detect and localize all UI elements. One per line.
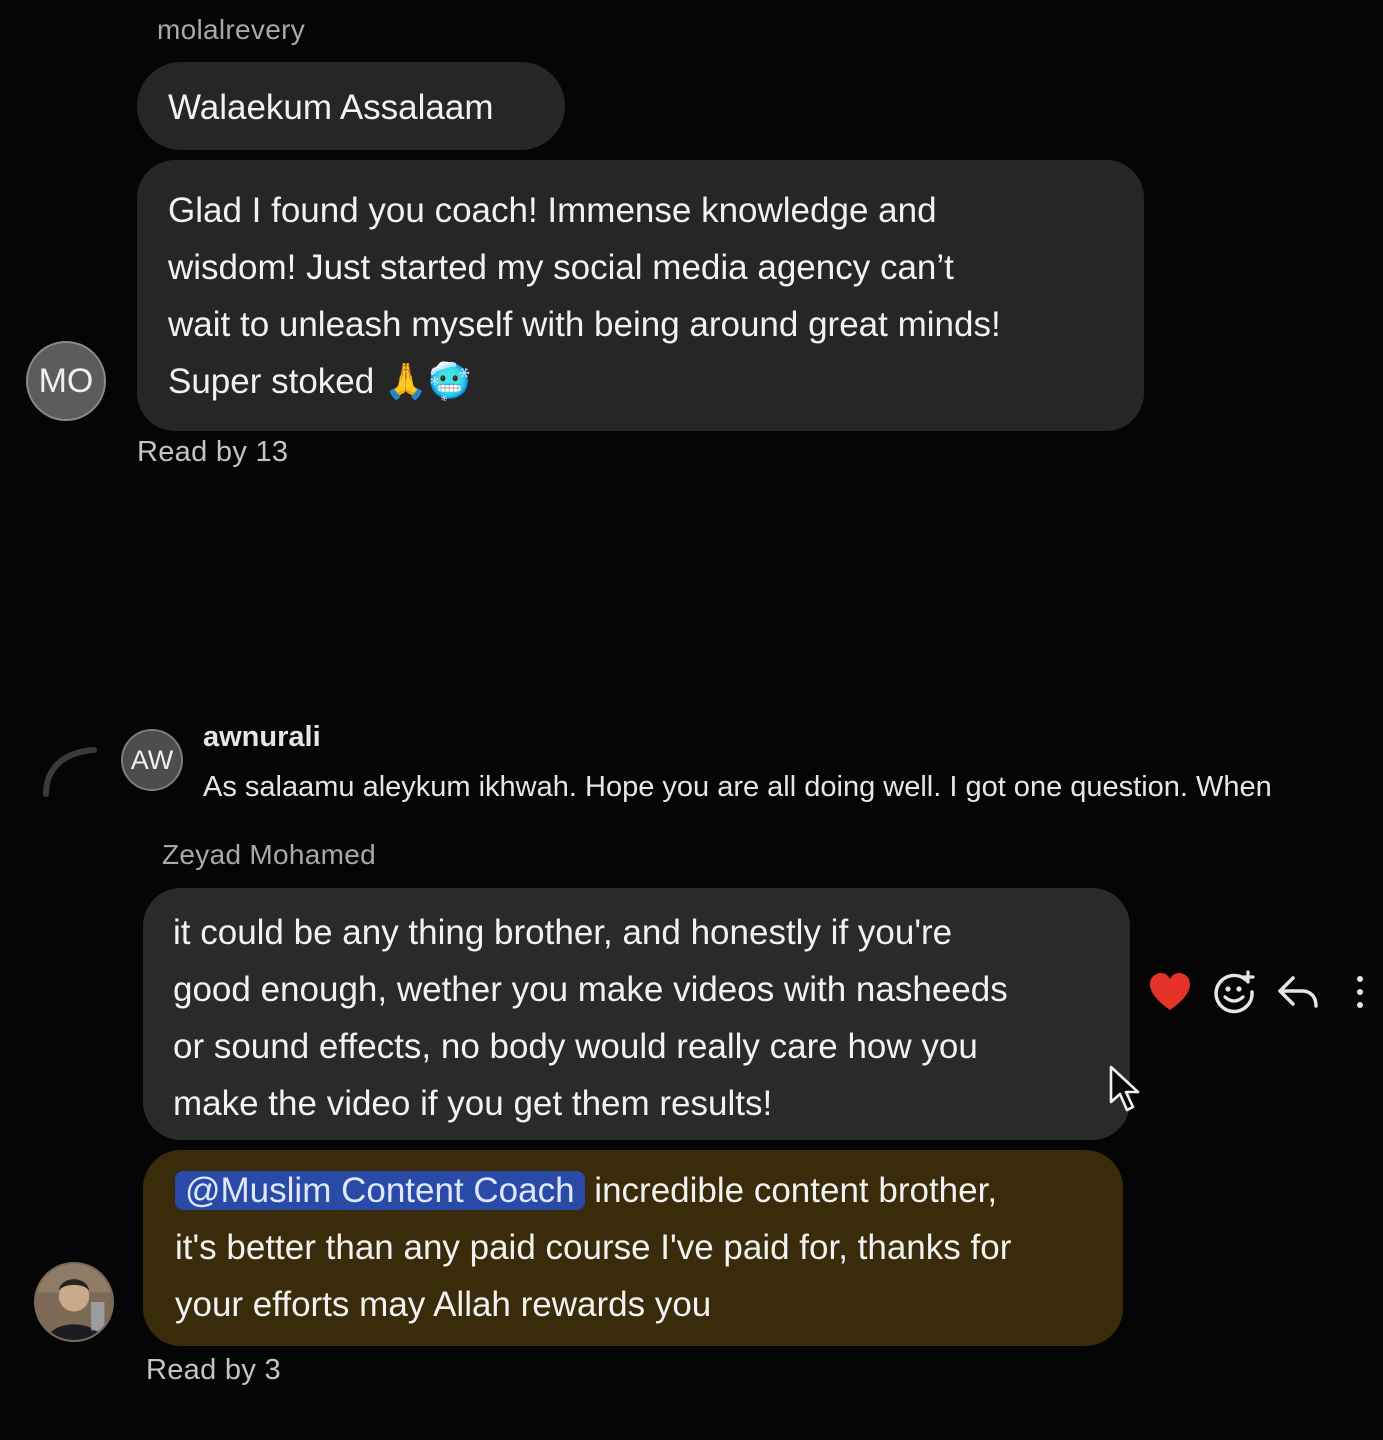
profile-photo-icon — [36, 1264, 112, 1340]
message-text-line: it's better than any paid course I've pa… — [175, 1228, 1012, 1267]
message-bubble[interactable]: Walaekum Assalaam — [137, 62, 565, 150]
read-receipt[interactable]: Read by 13 — [137, 436, 288, 469]
message-text-line: wait to unleash myself with being around… — [168, 305, 1001, 344]
message-text-line: it could be any thing brother, and hones… — [173, 913, 953, 952]
message-text: Walaekum Assalaam — [168, 88, 494, 127]
sender-name[interactable]: awnurali — [203, 721, 321, 754]
more-vertical-icon[interactable] — [1340, 968, 1380, 1016]
sender-name[interactable]: Zeyad Mohamed — [162, 839, 376, 871]
message-text-line: make the video if you get them results! — [173, 1084, 773, 1123]
message-text-line: wisdom! Just started my social media age… — [168, 248, 954, 287]
avatar-initials: MO — [38, 361, 94, 400]
heart-icon[interactable] — [1146, 968, 1194, 1016]
message-text-line: your efforts may Allah rewards you — [175, 1285, 712, 1324]
add-emoji-icon[interactable] — [1210, 968, 1258, 1016]
avatar[interactable]: MO — [26, 341, 106, 421]
message-text: incredible content brother, — [584, 1171, 998, 1210]
avatar[interactable] — [34, 1262, 114, 1342]
sender-name[interactable]: molalrevery — [157, 14, 305, 46]
message-text-line: or sound effects, no body would really c… — [173, 1027, 978, 1066]
message-text-line: Super stoked 🙏🥶 — [168, 362, 472, 401]
reply-icon[interactable] — [1274, 968, 1322, 1016]
message-bubble[interactable]: Glad I found you coach! Immense knowledg… — [137, 160, 1144, 431]
mention-tag[interactable]: @Muslim Content Coach — [175, 1171, 585, 1210]
message-text-line: good enough, wether you make videos with… — [173, 970, 1008, 1009]
avatar-initials: AW — [130, 744, 174, 775]
avatar[interactable]: AW — [121, 729, 183, 791]
message-bubble[interactable]: it could be any thing brother, and hones… — [143, 888, 1130, 1140]
read-receipt[interactable]: Read by 3 — [146, 1354, 281, 1387]
thread-preview-text: As salaamu aleykum ikhwah. Hope you are … — [203, 771, 1272, 803]
message-text-line: Glad I found you coach! Immense knowledg… — [168, 191, 937, 230]
highlighted-message-bubble[interactable]: @Muslim Content Coach incredible content… — [143, 1150, 1123, 1346]
mouse-cursor-icon — [1109, 1065, 1140, 1112]
reply-thread-connector-icon — [43, 747, 97, 797]
